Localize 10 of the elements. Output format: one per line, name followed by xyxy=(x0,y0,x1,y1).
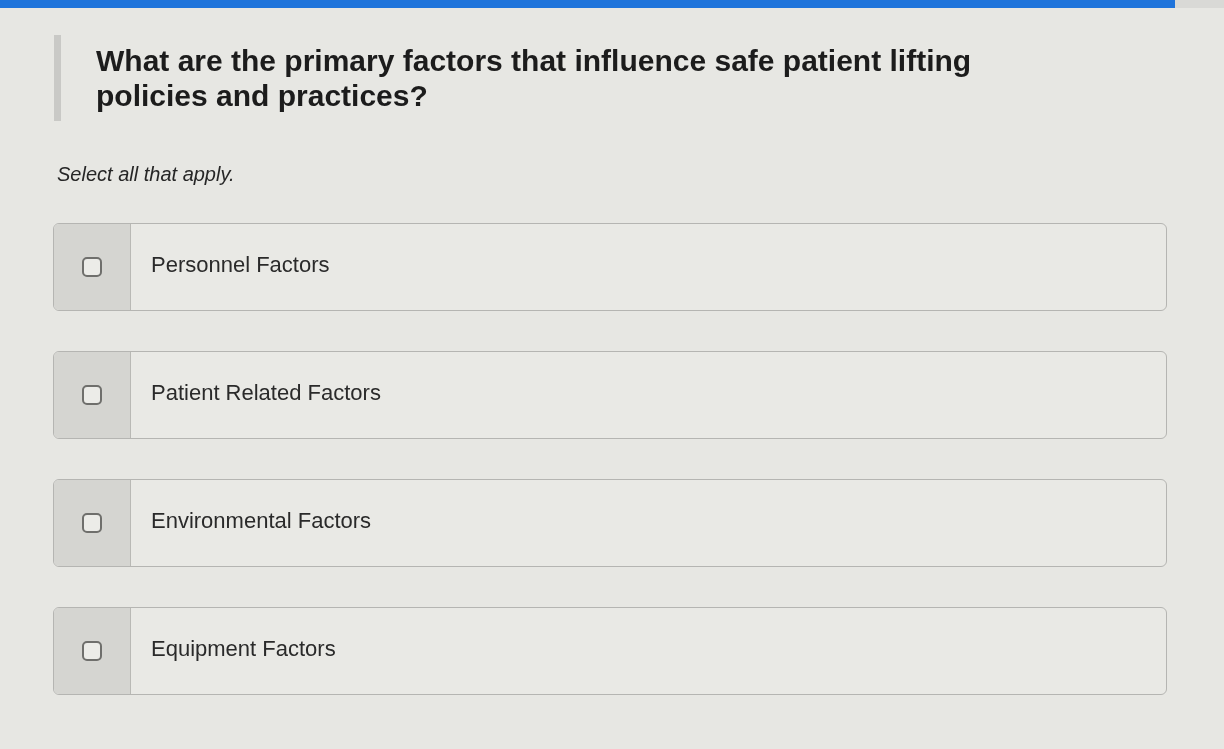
checkbox[interactable] xyxy=(82,257,102,277)
checkbox[interactable] xyxy=(82,641,102,661)
question-text: What are the primary factors that influence safe patient lifting policies and practices? xyxy=(96,43,973,113)
answer-option[interactable]: Equipment Factors xyxy=(53,607,1167,695)
checkbox[interactable] xyxy=(82,513,102,533)
instruction-text: Select all that apply. xyxy=(57,162,235,187)
answer-option[interactable]: Patient Related Factors xyxy=(53,351,1167,439)
checkbox[interactable] xyxy=(82,385,102,405)
answer-option[interactable]: Environmental Factors xyxy=(53,479,1167,567)
answer-option[interactable]: Personnel Factors xyxy=(53,223,1167,311)
